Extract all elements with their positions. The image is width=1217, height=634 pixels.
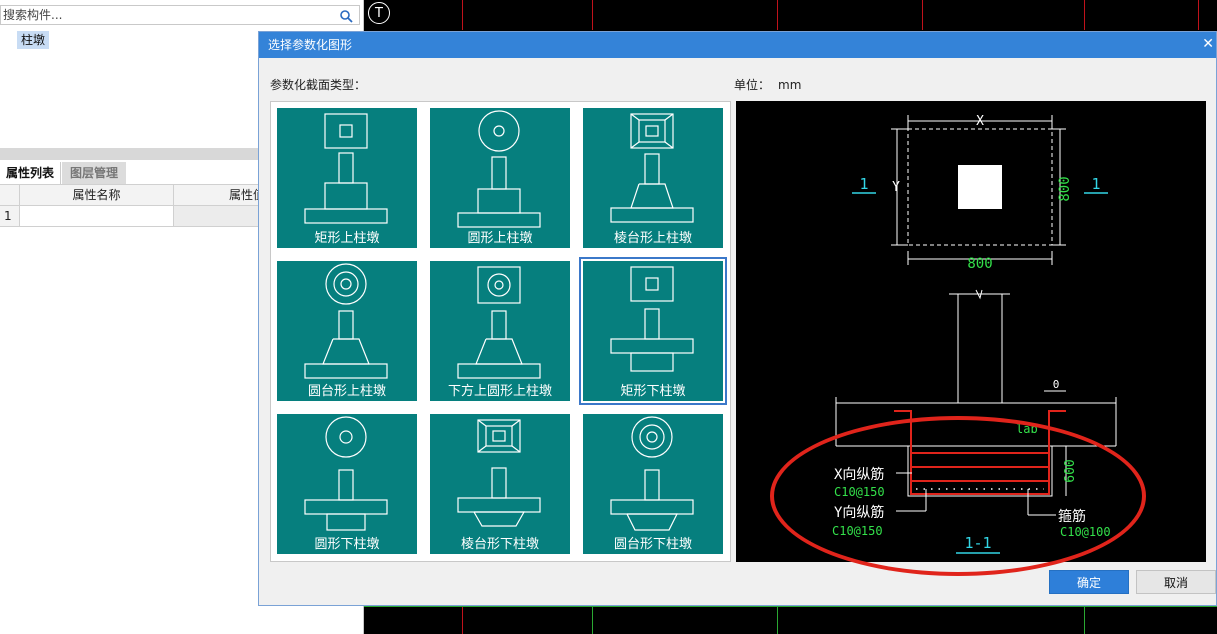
row-number: 1	[0, 206, 20, 227]
grid-line	[364, 606, 1217, 607]
cancel-button[interactable]: 取消	[1136, 570, 1216, 594]
shape-label: 矩形下柱墩	[620, 384, 686, 399]
header-property-name[interactable]: 属性名称	[20, 185, 174, 206]
dialog-title: 选择参数化图形	[268, 38, 353, 52]
dim-x-label: X	[976, 114, 984, 129]
search-icon[interactable]	[339, 9, 353, 23]
shape-tile-cone-lower[interactable]: 圆台形下柱墩	[583, 414, 723, 554]
tab-property-list[interactable]: 属性列表	[0, 162, 61, 184]
search-box[interactable]	[0, 5, 360, 25]
tree-item-zhudun[interactable]: 柱墩	[17, 31, 50, 49]
shape-label: 圆形下柱墩	[314, 537, 380, 552]
shape-label: 圆形上柱墩	[467, 231, 533, 246]
dim-bottom-label: 800	[967, 256, 992, 272]
annotation-ellipse	[770, 416, 1146, 576]
dim-side-label: 800	[1057, 176, 1073, 201]
shape-tile-square-round-upper[interactable]: 下方上圆形上柱墩	[430, 261, 570, 401]
shape-tile-frustum-lower[interactable]: 棱台形下柱墩	[430, 414, 570, 554]
grid-line	[1084, 606, 1085, 634]
section-type-label: 参数化截面类型：	[270, 78, 367, 92]
shape-tile-cone-upper[interactable]: 圆台形上柱墩	[277, 261, 417, 401]
grid-line	[462, 0, 463, 30]
dim-y-label: Y	[892, 180, 900, 195]
unit-label-text: 单位：	[734, 78, 771, 92]
close-icon[interactable]: ✕	[1202, 36, 1214, 52]
tab-layer-management[interactable]: 图层管理	[62, 162, 126, 184]
shape-label: 矩形上柱墩	[314, 231, 380, 246]
shape-label: 下方上圆形上柱墩	[447, 384, 552, 399]
unit-value: mm	[778, 78, 802, 92]
dim-zero-label: 0	[1053, 378, 1060, 391]
search-input[interactable]	[1, 6, 340, 24]
grid-line	[592, 606, 593, 634]
section-mark-left: 1	[859, 175, 868, 193]
grid-line	[922, 0, 923, 30]
shape-tile-rect-lower[interactable]: 矩形下柱墩	[579, 257, 727, 405]
shape-label: 圆台形上柱墩	[307, 384, 386, 399]
shape-label: 圆台形下柱墩	[613, 537, 692, 552]
grid-line	[462, 606, 463, 634]
dialog-title-bar[interactable]: 选择参数化图形 ✕	[259, 32, 1216, 58]
grid-line	[777, 606, 778, 634]
grid-line	[777, 0, 778, 30]
unit-label: 单位： mm	[734, 76, 801, 93]
shape-tile-circle-upper[interactable]: 圆形上柱墩	[430, 108, 570, 248]
shape-label: 棱台形上柱墩	[613, 231, 692, 246]
shape-tile-circle-lower[interactable]: 圆形下柱墩	[277, 414, 417, 554]
table-corner	[0, 185, 20, 206]
axis-marker: T	[368, 2, 390, 24]
shape-grid: 矩形上柱墩 圆形上柱墩 棱台形上柱墩 圆台形上柱墩 下方上圆形上柱墩 矩形下柱墩…	[270, 101, 731, 562]
grid-line	[1084, 0, 1085, 30]
grid-line	[1198, 0, 1199, 30]
grid-line	[592, 0, 593, 30]
shape-tile-rect-upper[interactable]: 矩形上柱墩	[277, 108, 417, 248]
section-mark-right: 1	[1091, 175, 1100, 193]
shape-tile-frustum-upper[interactable]: 棱台形上柱墩	[583, 108, 723, 248]
ok-button[interactable]: 确定	[1049, 570, 1129, 594]
shape-label: 棱台形下柱墩	[460, 537, 539, 552]
cell-property-name[interactable]	[20, 206, 174, 227]
